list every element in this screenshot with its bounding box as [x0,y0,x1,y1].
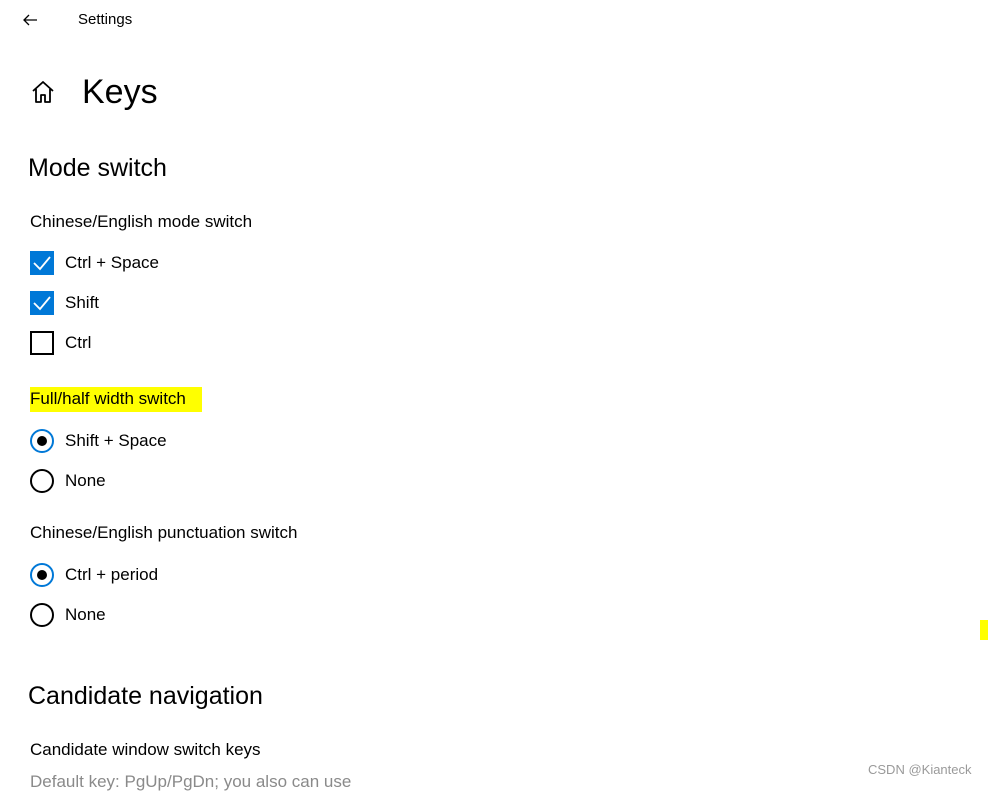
radio-shift-space[interactable]: Shift + Space [30,428,167,454]
group-label-full-half-width: Full/half width switch [30,387,202,412]
scrollbar-marker[interactable] [980,620,988,640]
checkbox-label: Ctrl [65,333,92,352]
window-title: Settings [78,11,133,28]
radio-label: None [65,605,106,624]
watermark: CSDN @Kianteck [868,762,972,777]
checkbox-label: Ctrl + Space [65,253,160,272]
checkmark-icon [33,296,51,311]
checkbox-ctrl[interactable]: Ctrl [30,330,91,356]
group-label-chinese-english-mode: Chinese/English mode switch [30,212,253,231]
checkbox-box[interactable] [30,251,54,275]
radio-label: Ctrl + period [65,565,159,584]
radio-punctuation-none[interactable]: None [30,602,106,628]
highlighted-label: Full/half width switch [30,387,202,412]
checkbox-box[interactable] [30,331,54,355]
radio-label: None [65,471,106,490]
radio-dot [37,436,47,446]
page-header: Keys [28,68,158,116]
back-button[interactable] [18,8,42,32]
section-title-mode-switch: Mode switch [28,154,167,182]
checkbox-box[interactable] [30,291,54,315]
back-arrow-icon [23,14,37,26]
radio-dot [37,570,47,580]
radio-full-half-none[interactable]: None [30,468,106,494]
home-button[interactable] [28,77,58,107]
radio-button[interactable] [30,603,54,627]
checkbox-label: Shift [65,293,100,312]
radio-label: Shift + Space [65,431,167,450]
radio-button[interactable] [30,469,54,493]
home-icon [32,81,54,103]
group-label-candidate-window-switch: Candidate window switch keys [30,740,261,759]
checkmark-icon [33,256,51,271]
page-title: Keys [82,72,158,111]
checkbox-shift[interactable]: Shift [30,290,99,316]
radio-button[interactable] [30,563,54,587]
section-title-candidate-navigation: Candidate navigation [28,682,263,710]
checkbox-ctrl-space[interactable]: Ctrl + Space [30,250,159,276]
radio-button[interactable] [30,429,54,453]
group-label-punctuation-switch: Chinese/English punctuation switch [30,523,298,542]
radio-ctrl-period[interactable]: Ctrl + period [30,562,158,588]
helper-text: Default key: PgUp/PgDn; you also can use [30,772,352,791]
title-bar: Settings [0,0,988,40]
